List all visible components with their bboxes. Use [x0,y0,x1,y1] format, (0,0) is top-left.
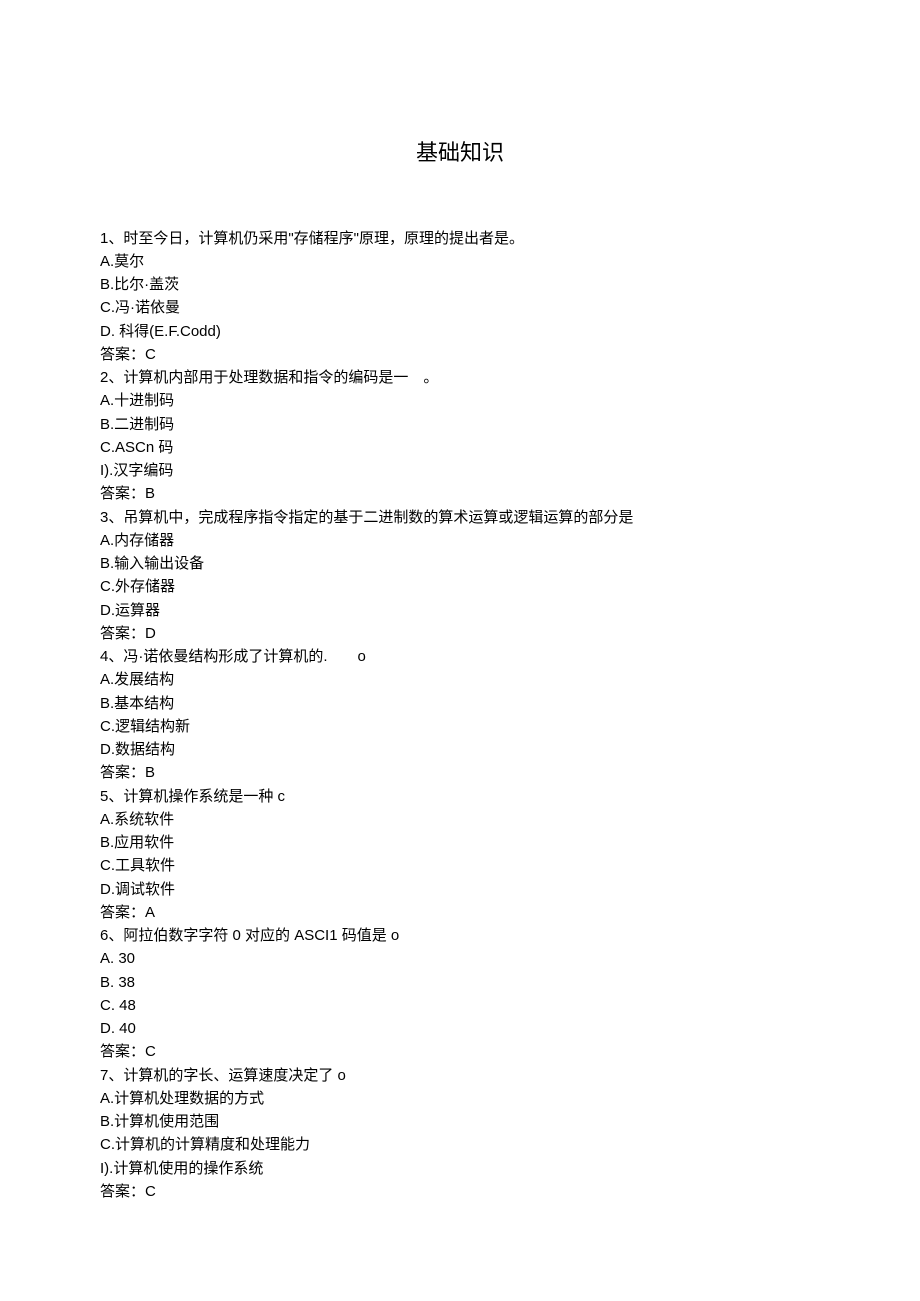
text-line: 5、计算机操作系统是一种 c [100,785,820,808]
text-line: B.输入输出设备 [100,552,820,575]
document-title: 基础知识 [100,135,820,167]
text-line: I).汉字编码 [100,459,820,482]
text-line: C.工具软件 [100,854,820,877]
text-line: 答案：C [100,1040,820,1063]
text-line: D.运算器 [100,599,820,622]
text-line: C.冯·诺依曼 [100,296,820,319]
text-line: D.数据结构 [100,738,820,761]
text-line: 2、计算机内部用于处理数据和指令的编码是一 。 [100,366,820,389]
text-line: B.计算机使用范围 [100,1110,820,1133]
text-line: 3、吊算机中，完成程序指令指定的基于二进制数的算术运算或逻辑运算的部分是 [100,506,820,529]
text-line: B.比尔·盖茨 [100,273,820,296]
text-line: 答案：A [100,901,820,924]
text-line: 答案：D [100,622,820,645]
text-line: C. 48 [100,994,820,1017]
text-line: C.逻辑结构新 [100,715,820,738]
text-line: 4、冯·诺依曼结构形成了计算机的. o [100,645,820,668]
text-line: A.十进制码 [100,389,820,412]
document-page: 基础知识 1、时至今日，计算机仍采用"存储程序"原理，原理的提出者是。A.莫尔B… [0,0,920,1301]
text-line: B. 38 [100,971,820,994]
text-line: B.应用软件 [100,831,820,854]
text-line: C.外存储器 [100,575,820,598]
text-line: A.计算机处理数据的方式 [100,1087,820,1110]
text-line: A.发展结构 [100,668,820,691]
text-line: A.系统软件 [100,808,820,831]
text-line: D. 科得(E.F.Codd) [100,320,820,343]
document-content: 1、时至今日，计算机仍采用"存储程序"原理，原理的提出者是。A.莫尔B.比尔·盖… [100,227,820,1204]
text-line: C.ASCn 码 [100,436,820,459]
text-line: A.内存储器 [100,529,820,552]
text-line: A.莫尔 [100,250,820,273]
text-line: D.调试软件 [100,878,820,901]
text-line: 答案：C [100,1180,820,1203]
text-line: C.计算机的计算精度和处理能力 [100,1133,820,1156]
text-line: I).计算机使用的操作系统 [100,1157,820,1180]
text-line: 6、阿拉伯数字字符 0 对应的 ASCI1 码值是 o [100,924,820,947]
text-line: 1、时至今日，计算机仍采用"存储程序"原理，原理的提出者是。 [100,227,820,250]
text-line: 答案：C [100,343,820,366]
text-line: 7、计算机的字长、运算速度决定了 o [100,1064,820,1087]
text-line: 答案：B [100,482,820,505]
text-line: D. 40 [100,1017,820,1040]
text-line: B.基本结构 [100,692,820,715]
text-line: 答案：B [100,761,820,784]
text-line: B.二进制码 [100,413,820,436]
text-line: A. 30 [100,947,820,970]
